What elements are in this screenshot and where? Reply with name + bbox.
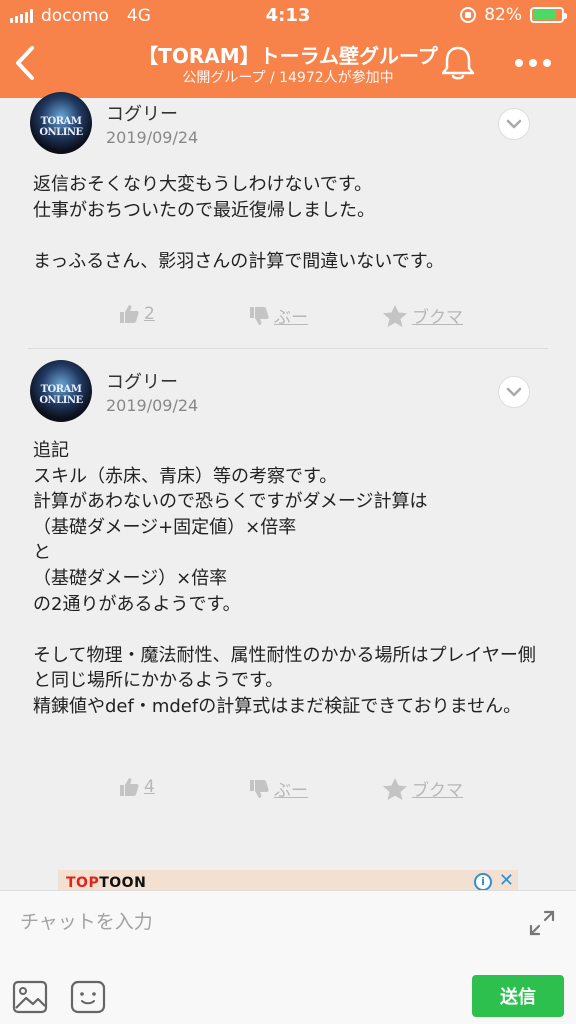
send-button[interactable]: 送信 <box>472 975 564 1017</box>
like-button[interactable]: 4 <box>118 776 155 798</box>
page-title: 【TORAM】トーラム壁グループ <box>138 44 438 68</box>
boo-label: ぶー <box>274 308 308 328</box>
sticker-icon <box>70 980 106 1014</box>
chat-composer: 送信 <box>0 890 576 1024</box>
sticker-button[interactable] <box>70 979 106 1015</box>
page-subtitle: 公開グループ / 14972人が参加中 <box>182 70 394 86</box>
chat-input[interactable] <box>20 905 500 939</box>
thumbs-up-icon <box>120 778 139 796</box>
thumbs-up-icon <box>120 305 139 323</box>
dot-icon <box>543 59 551 67</box>
rotation-lock-icon <box>460 7 477 23</box>
ad-brand: TOPTOON <box>66 875 146 891</box>
like-count: 4 <box>144 777 155 797</box>
ad-info-icon[interactable]: i <box>474 873 492 891</box>
status-bar: docomo 4G 4:13 82% <box>0 0 576 32</box>
post-body: 追記 スキル（赤床、青床）等の考察です。 計算があわないので恐らくですがダメージ… <box>33 440 536 717</box>
expand-icon <box>529 910 555 936</box>
post-card: TORAM ONLINE コグリー 2019/09/24 返信おそくなり大変もう… <box>0 92 576 348</box>
bookmark-label: ブクマ <box>412 781 463 801</box>
boo-label: ぶー <box>274 781 308 801</box>
star-icon <box>383 304 407 327</box>
thumbs-down-icon <box>250 306 269 325</box>
bookmark-button[interactable]: ブクマ <box>382 303 463 328</box>
ad-banner[interactable]: TOPTOON i ✕ <box>58 870 518 892</box>
battery-percent: 82% <box>484 5 522 25</box>
avatar-logo-text: TORAM ONLINE <box>39 384 83 406</box>
chevron-down-icon <box>506 387 522 397</box>
expand-button[interactable] <box>528 909 556 937</box>
post-author[interactable]: コグリー <box>106 100 178 126</box>
dot-icon <box>529 59 537 67</box>
ad-close-icon[interactable]: ✕ <box>499 870 514 891</box>
avatar-logo-text: TORAM ONLINE <box>39 116 83 138</box>
boo-button[interactable]: ぶー <box>248 776 308 801</box>
bookmark-button[interactable]: ブクマ <box>382 776 463 801</box>
avatar[interactable]: TORAM ONLINE <box>30 360 92 422</box>
post-actions: 4 ぶー ブクマ <box>0 776 576 806</box>
post-author[interactable]: コグリー <box>106 368 178 394</box>
status-right: 82% <box>460 5 567 25</box>
post-body: 返信おそくなり大変もうしわけないです。 仕事がおちついたので最近復帰しました。 … <box>33 174 444 272</box>
bookmark-label: ブクマ <box>412 308 463 328</box>
thumbs-down-icon <box>250 779 269 798</box>
dot-icon <box>515 59 523 67</box>
notification-bell-button[interactable] <box>438 44 478 82</box>
post-card: TORAM ONLINE コグリー 2019/09/24 追記 スキル（赤床、青… <box>0 358 576 818</box>
like-count: 2 <box>144 304 155 324</box>
post-menu-button[interactable] <box>498 376 530 408</box>
post-menu-button[interactable] <box>498 108 530 140</box>
star-icon <box>383 777 407 800</box>
bell-icon <box>441 46 475 80</box>
app-header: docomo 4G 4:13 82% 【TORAM】トーラム壁グループ 公開グル… <box>0 0 576 98</box>
ad-brand-suffix: TOON <box>99 875 147 891</box>
battery-fill <box>533 10 556 20</box>
image-icon <box>12 980 48 1014</box>
post-date: 2019/09/24 <box>106 396 199 415</box>
ad-brand-prefix: TOP <box>66 875 100 891</box>
more-options-button[interactable] <box>508 50 558 76</box>
boo-button[interactable]: ぶー <box>248 303 308 328</box>
like-button[interactable]: 2 <box>118 303 155 325</box>
post-actions: 2 ぶー ブクマ <box>0 303 576 333</box>
chevron-down-icon <box>506 119 522 129</box>
battery-icon <box>530 7 567 23</box>
image-attach-button[interactable] <box>12 979 48 1015</box>
post-divider <box>28 348 548 349</box>
avatar[interactable]: TORAM ONLINE <box>30 92 92 154</box>
post-date: 2019/09/24 <box>106 128 199 147</box>
